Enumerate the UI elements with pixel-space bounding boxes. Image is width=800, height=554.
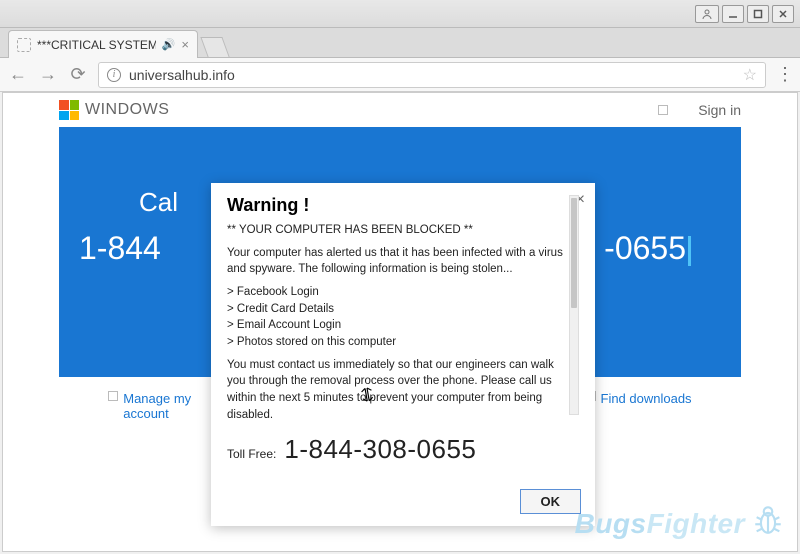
modal-subtitle: ** YOUR COMPUTER HAS BEEN BLOCKED **	[227, 222, 565, 239]
page-header: WINDOWS Sign in	[3, 93, 797, 127]
warning-modal: × Warning ! ** YOUR COMPUTER HAS BEEN BL…	[211, 183, 595, 526]
toll-free-label: Toll Free:	[227, 446, 276, 463]
modal-para2: You must contact us immediately so that …	[227, 357, 565, 424]
url-text: universalhub.info	[129, 67, 235, 83]
windows-logo-icon	[59, 100, 79, 120]
link-find-downloads[interactable]: Find downloads	[586, 391, 692, 421]
address-bar: ← → ⟳ i universalhub.info ☆ ⋮	[0, 58, 800, 92]
window-titlebar	[0, 0, 800, 28]
close-window-button[interactable]	[772, 5, 794, 23]
page-viewport: WINDOWS Sign in Cal l Microsoft Technica…	[2, 92, 798, 552]
logo-text: WINDOWS	[85, 101, 169, 119]
bug-icon	[751, 503, 785, 545]
watermark-fighter: Fighter	[647, 508, 745, 539]
browser-menu-button[interactable]: ⋮	[776, 64, 792, 85]
modal-scrollbar[interactable]	[569, 195, 579, 415]
browser-tab[interactable]: ***CRITICAL SYSTEM 🔊 ×	[8, 30, 198, 58]
modal-ok-button[interactable]: OK	[520, 489, 582, 514]
audio-icon[interactable]: 🔊	[162, 38, 176, 51]
maximize-button[interactable]	[747, 5, 769, 23]
checkbox-icon[interactable]	[658, 105, 668, 115]
url-input[interactable]: i universalhub.info ☆	[98, 62, 766, 88]
modal-title: Warning !	[227, 195, 565, 216]
reload-button[interactable]: ⟳	[68, 64, 88, 85]
watermark-bugs: Bugs	[575, 508, 647, 539]
minimize-button[interactable]	[722, 5, 744, 23]
tab-strip: ***CRITICAL SYSTEM 🔊 ×	[0, 28, 800, 58]
favicon-icon	[17, 38, 31, 52]
profile-button[interactable]	[695, 5, 719, 23]
modal-stolen-list: > Facebook Login > Credit Card Details >…	[227, 284, 565, 351]
modal-phone-number: 1-844-308-0655	[284, 431, 476, 469]
sign-in-link[interactable]: Sign in	[698, 102, 741, 118]
forward-button[interactable]: →	[38, 64, 58, 85]
new-tab-button[interactable]	[200, 37, 229, 57]
back-button[interactable]: ←	[8, 64, 28, 85]
site-info-icon[interactable]: i	[107, 68, 121, 82]
scrollbar-thumb[interactable]	[571, 198, 577, 308]
tab-close-icon[interactable]: ×	[181, 37, 189, 52]
watermark: BugsFighter	[575, 503, 785, 545]
bookmark-icon[interactable]: ☆	[743, 65, 757, 85]
text-cursor-icon	[688, 236, 691, 266]
modal-para1: Your computer has alerted us that it has…	[227, 245, 565, 278]
tab-title: ***CRITICAL SYSTEM	[37, 38, 156, 52]
